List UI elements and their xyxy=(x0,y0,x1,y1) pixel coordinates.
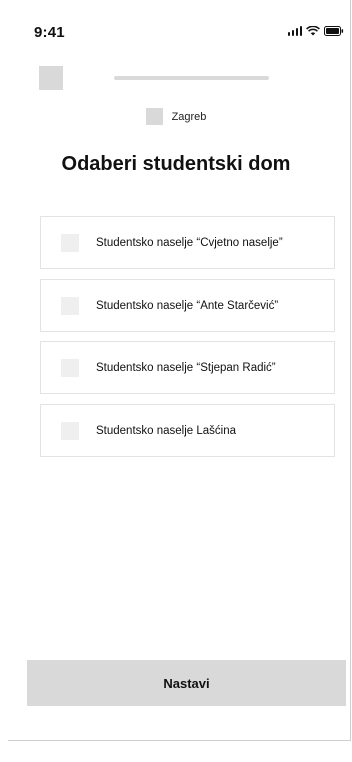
back-placeholder-icon[interactable] xyxy=(39,66,63,90)
dorm-option-label: Studentsko naselje “Cvjetno naselje” xyxy=(96,236,283,249)
dorm-option-label: Studentsko naselje “Ante Starčević” xyxy=(96,299,279,312)
checkbox-icon[interactable] xyxy=(61,296,79,315)
checkbox-icon[interactable] xyxy=(61,358,79,377)
city-label: Zagreb xyxy=(171,110,207,123)
checkbox-icon[interactable] xyxy=(61,233,79,252)
dorm-option-label: Studentsko naselje “Stjepan Radić” xyxy=(96,361,276,374)
city-placeholder-icon xyxy=(145,108,163,125)
dorm-option-label: Studentsko naselje Lašćina xyxy=(96,424,237,437)
battery-icon xyxy=(324,26,344,36)
wifi-icon xyxy=(306,26,320,36)
dorm-option-lascina[interactable]: Studentsko naselje Lašćina xyxy=(40,404,335,457)
page-title: Odaberi studentski dom xyxy=(61,153,291,175)
dorm-option-cvjetno-naselje[interactable]: Studentsko naselje “Cvjetno naselje” xyxy=(40,216,335,269)
checkbox-icon[interactable] xyxy=(61,421,79,440)
status-time: 9:41 xyxy=(34,24,65,41)
dorm-option-stjepan-radic[interactable]: Studentsko naselje “Stjepan Radić” xyxy=(40,341,335,394)
continue-button[interactable]: Nastavi xyxy=(27,660,346,706)
dorm-option-ante-starcevic[interactable]: Studentsko naselje “Ante Starčević” xyxy=(40,279,335,332)
signal-icon xyxy=(287,26,302,36)
city-selector[interactable]: Zagreb xyxy=(0,108,352,125)
status-icons xyxy=(287,26,345,36)
progress-bar xyxy=(114,76,269,80)
